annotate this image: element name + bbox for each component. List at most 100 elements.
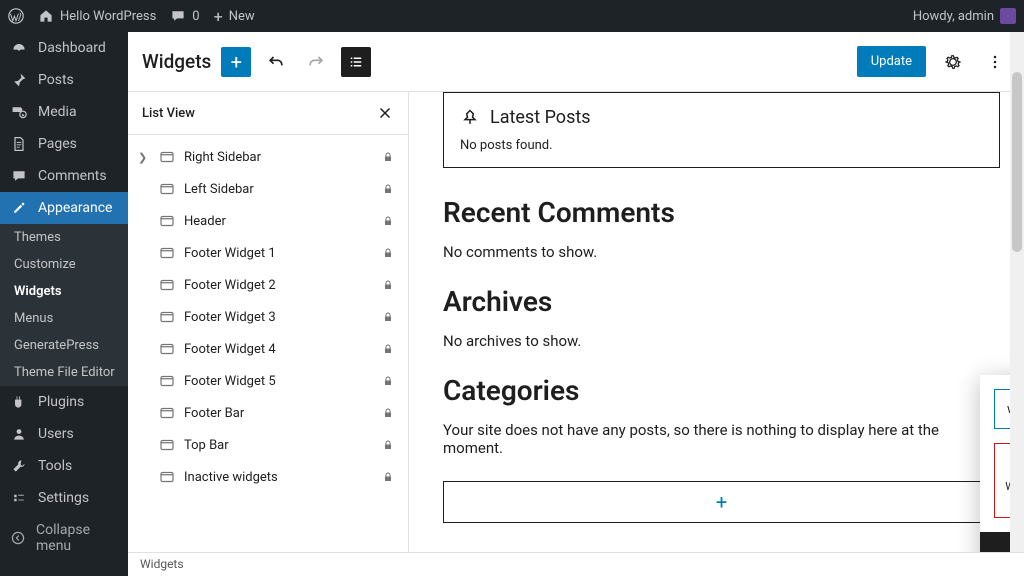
wp-logo[interactable] bbox=[8, 8, 24, 24]
submenu-menus[interactable]: Menus bbox=[0, 305, 128, 332]
widget-area-row[interactable]: Header bbox=[128, 205, 408, 237]
site-title: Hello WordPress bbox=[60, 9, 156, 24]
editor-header: Widgets + Update bbox=[128, 32, 1024, 92]
menu-posts[interactable]: Posts bbox=[0, 64, 128, 96]
widget-area-row[interactable]: Inactive widgets bbox=[128, 461, 408, 493]
howdy-text: Howdy, admin bbox=[913, 9, 994, 24]
admin-menu: Dashboard Posts Media Pages Comments App… bbox=[0, 32, 128, 576]
widget-area-icon bbox=[158, 148, 176, 166]
add-block-button[interactable]: + bbox=[221, 47, 251, 77]
breadcrumb[interactable]: Widgets bbox=[128, 552, 1024, 576]
menu-pages[interactable]: Pages bbox=[0, 128, 128, 160]
menu-users[interactable]: Users bbox=[0, 418, 128, 450]
widget-area-row[interactable]: Top Bar bbox=[128, 429, 408, 461]
widget-area-icon bbox=[158, 372, 176, 390]
lock-icon bbox=[382, 279, 394, 291]
widget-area-row[interactable]: ❯Right Sidebar bbox=[128, 141, 408, 173]
widget-area-icon bbox=[158, 436, 176, 454]
widget-area-icon bbox=[158, 180, 176, 198]
widget-area-label: Footer Widget 4 bbox=[184, 342, 382, 357]
categories-heading[interactable]: Categories bbox=[443, 374, 1000, 407]
menu-tools[interactable]: Tools bbox=[0, 450, 128, 482]
update-button[interactable]: Update bbox=[857, 46, 926, 77]
menu-label: Dashboard bbox=[38, 40, 106, 56]
widget-area-row[interactable]: Footer Widget 4 bbox=[128, 333, 408, 365]
submenu-widgets[interactable]: Widgets bbox=[0, 278, 128, 305]
close-list-view[interactable] bbox=[376, 104, 394, 122]
widget-area-label: Footer Bar bbox=[184, 406, 382, 421]
widget-area-icon bbox=[158, 404, 176, 422]
add-block-appender[interactable]: + bbox=[443, 481, 1000, 523]
new-label: New bbox=[229, 9, 255, 24]
widget-area-row[interactable]: Footer Widget 1 bbox=[128, 237, 408, 269]
latest-posts-empty: No posts found. bbox=[460, 138, 983, 153]
widget-area-row[interactable]: Footer Widget 2 bbox=[128, 269, 408, 301]
scrollbar[interactable] bbox=[1010, 32, 1024, 552]
list-view-header: List View bbox=[128, 92, 408, 135]
menu-label: Comments bbox=[38, 168, 107, 184]
widget-area-row[interactable]: Left Sidebar bbox=[128, 173, 408, 205]
widget-area-row[interactable]: Footer Widget 3 bbox=[128, 301, 408, 333]
editor: Widgets + Update List View ❯Right Sideba… bbox=[128, 32, 1024, 576]
undo-icon bbox=[266, 52, 286, 72]
menu-comments[interactable]: Comments bbox=[0, 160, 128, 192]
list-view-icon bbox=[347, 53, 365, 71]
menu-label: Appearance bbox=[38, 200, 112, 216]
widget-area-row[interactable]: Footer Widget 5 bbox=[128, 365, 408, 397]
list-view-button[interactable] bbox=[341, 47, 371, 77]
pin-icon bbox=[460, 108, 480, 128]
submenu-generatepress[interactable]: GeneratePress bbox=[0, 332, 128, 359]
page-title: Widgets bbox=[142, 50, 211, 73]
menu-collapse[interactable]: Collapse menu bbox=[0, 514, 128, 562]
list-view-title: List View bbox=[142, 106, 195, 121]
latest-posts-title: Latest Posts bbox=[490, 107, 591, 128]
archives-heading[interactable]: Archives bbox=[443, 285, 1000, 318]
widget-area-icon bbox=[158, 212, 176, 230]
lock-icon bbox=[382, 439, 394, 451]
menu-media[interactable]: Media bbox=[0, 96, 128, 128]
widget-area-icon bbox=[158, 468, 176, 486]
submenu-theme-file-editor[interactable]: Theme File Editor bbox=[0, 359, 128, 386]
settings-button[interactable] bbox=[938, 47, 968, 77]
site-link[interactable]: Hello WordPress bbox=[38, 8, 156, 24]
lock-icon bbox=[382, 471, 394, 483]
undo-button[interactable] bbox=[261, 47, 291, 77]
scrollbar-thumb[interactable] bbox=[1012, 72, 1022, 252]
howdy-link[interactable]: Howdy, admin bbox=[913, 8, 1016, 24]
menu-label: Collapse menu bbox=[36, 522, 118, 554]
recent-comments-empty: No comments to show. bbox=[443, 243, 1000, 261]
home-icon bbox=[38, 8, 54, 24]
categories-empty: Your site does not have any posts, so th… bbox=[443, 421, 1000, 457]
menu-label: Settings bbox=[38, 490, 89, 506]
redo-icon bbox=[306, 52, 326, 72]
menu-label: Plugins bbox=[38, 394, 84, 410]
lock-icon bbox=[382, 215, 394, 227]
new-link[interactable]: + New bbox=[214, 7, 255, 26]
users-icon bbox=[10, 426, 28, 442]
menu-plugins[interactable]: Plugins bbox=[0, 386, 128, 418]
widget-area-label: Footer Widget 5 bbox=[184, 374, 382, 389]
appearance-submenu: Themes Customize Widgets Menus GenerateP… bbox=[0, 224, 128, 386]
dashboard-icon bbox=[10, 40, 28, 56]
comments-link[interactable]: 0 bbox=[170, 8, 199, 24]
latest-posts-block[interactable]: Latest Posts No posts found. bbox=[443, 92, 1000, 168]
lock-icon bbox=[382, 183, 394, 195]
widget-area-label: Right Sidebar bbox=[184, 150, 382, 165]
menu-appearance[interactable]: Appearance bbox=[0, 192, 128, 224]
menu-dashboard[interactable]: Dashboard bbox=[0, 32, 128, 64]
menu-settings[interactable]: Settings bbox=[0, 482, 128, 514]
comments-icon bbox=[10, 168, 28, 184]
widget-area-row[interactable]: Footer Bar bbox=[128, 397, 408, 429]
list-view-rows: ❯Right Sidebar Left Sidebar Header Footer W… bbox=[128, 135, 408, 499]
widget-area-label: Left Sidebar bbox=[184, 182, 382, 197]
options-button[interactable] bbox=[980, 47, 1010, 77]
submenu-customize[interactable]: Customize bbox=[0, 251, 128, 278]
redo-button[interactable] bbox=[301, 47, 331, 77]
widget-area-label: Footer Widget 1 bbox=[184, 246, 382, 261]
widget-area-icon bbox=[158, 244, 176, 262]
lock-icon bbox=[382, 151, 394, 163]
menu-label: Media bbox=[38, 104, 77, 120]
recent-comments-heading[interactable]: Recent Comments bbox=[443, 196, 1000, 229]
submenu-themes[interactable]: Themes bbox=[0, 224, 128, 251]
editor-canvas[interactable]: Latest Posts No posts found. Recent Comm… bbox=[409, 92, 1024, 576]
